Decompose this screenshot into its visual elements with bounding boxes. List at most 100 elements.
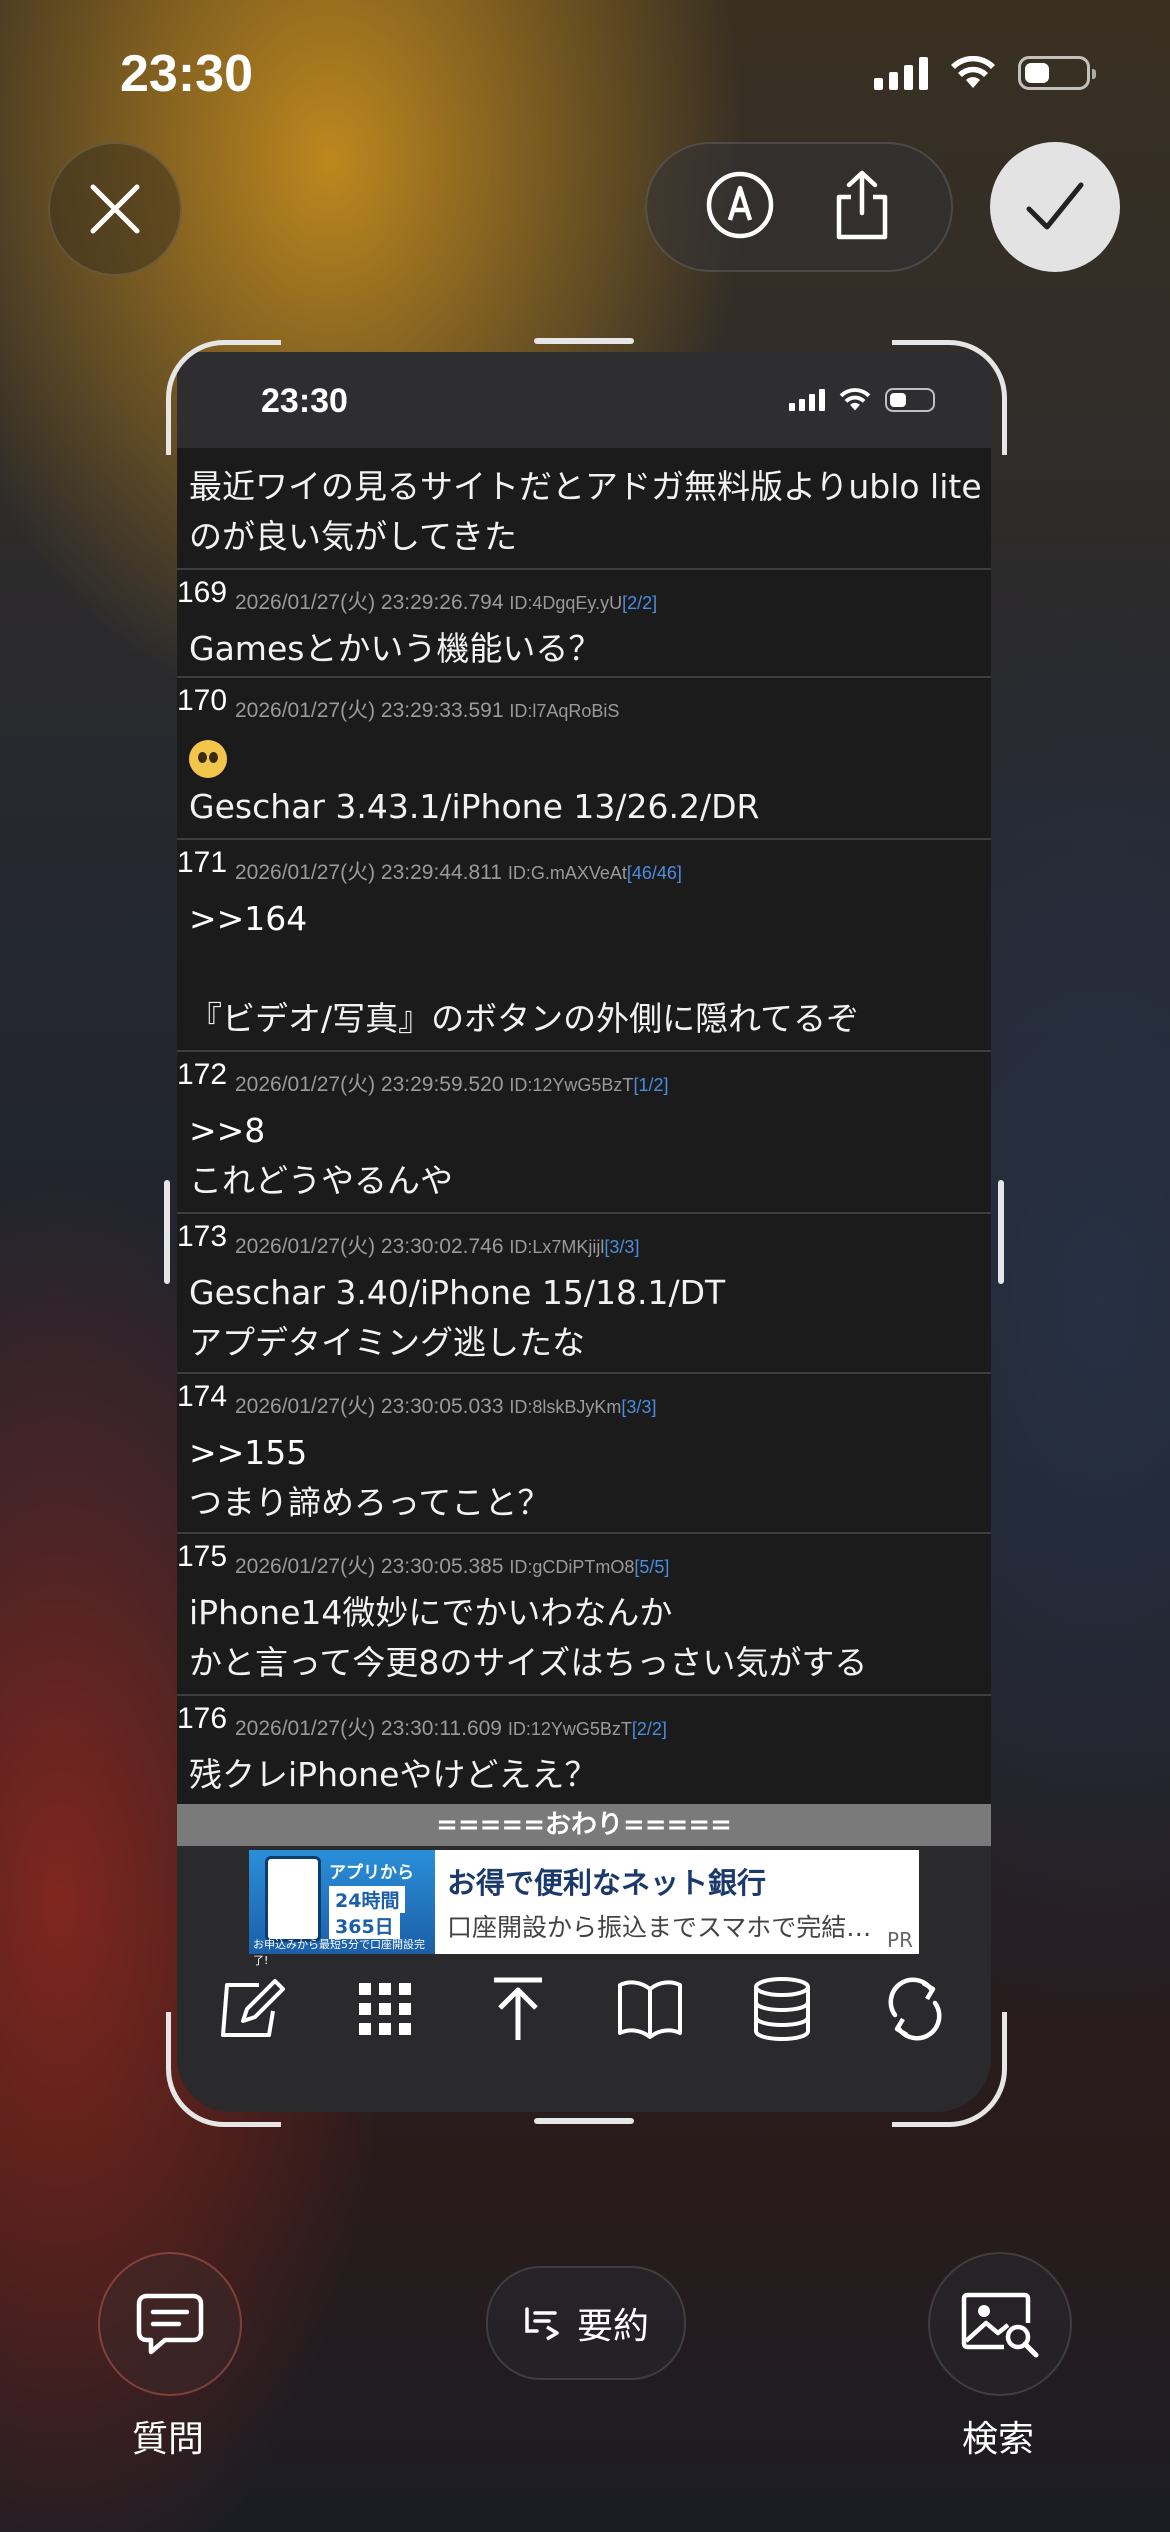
post-text-line: 最近ワイの見るサイトだとアドガ無料版よりublo lite (189, 467, 982, 506)
thread-post: 174 2026/01/27(火) 23:30:05.033 ID:8lskBJ… (177, 1374, 991, 1534)
thread-post: 172 2026/01/27(火) 23:29:59.520 ID:12YwG5… (177, 1052, 991, 1214)
post-number[interactable]: 172 (177, 1058, 227, 1092)
preview-wifi-icon (839, 388, 871, 411)
scroll-top-button[interactable] (478, 1969, 558, 2049)
post-text-line: Gamesとかいう機能いる？ (189, 629, 602, 668)
post-date: 2026/01/27(火) 23:30:02.746 (235, 1235, 504, 1258)
thread-post: 173 2026/01/27(火) 23:30:02.746 ID:Lx7MKj… (177, 1214, 991, 1374)
post-number[interactable]: 175 (177, 1540, 227, 1574)
image-search-icon (961, 2292, 1039, 2358)
post-number[interactable]: 171 (177, 846, 227, 880)
grid-icon (359, 1983, 412, 2035)
post-text-line (189, 944, 979, 994)
post-text-line: これどうやるんや (189, 1161, 453, 1200)
ad-image: アプリから 24時間 365日 お申込みから最短5分で口座開設完了! (249, 1850, 435, 1967)
battery-icon (1018, 56, 1096, 90)
thread-post: 最近ワイの見るサイトだとアドガ無料版よりublo lite のが良い気がしてきた (177, 448, 991, 570)
post-date: 2026/01/27(火) 23:30:05.385 (235, 1555, 504, 1578)
post-id[interactable]: ID:12YwG5BzT (509, 1075, 633, 1095)
summary-button[interactable]: 要約 (486, 2266, 686, 2380)
scroll-top-icon (493, 1977, 542, 2040)
markup-button[interactable] (705, 170, 775, 244)
app-footer: アプリから 24時間 365日 お申込みから最短5分で口座開設完了! お得で便利… (177, 1846, 991, 2112)
cellular-signal-icon (874, 56, 928, 90)
thread-end-marker: =====おわり===== (177, 1804, 991, 1846)
thread-post: 176 2026/01/27(火) 23:30:11.609 ID:12YwG5… (177, 1696, 991, 1804)
post-number[interactable]: 176 (177, 1702, 227, 1736)
crop-handle-top-left[interactable] (166, 340, 281, 455)
post-id-count[interactable]: [5/5] (634, 1557, 669, 1577)
post-date: 2026/01/27(火) 23:30:05.033 (235, 1395, 504, 1418)
ad-image-text: 365日 (329, 1912, 400, 1939)
post-date: 2026/01/27(火) 23:29:26.794 (235, 591, 504, 614)
search-label: 検索 (961, 2419, 1034, 2460)
done-button[interactable] (990, 142, 1120, 272)
crop-handle-bottom[interactable] (534, 2118, 634, 2124)
ad-subtitle: 口座開設から振込までスマホで完結… (447, 1913, 872, 1942)
crop-handle-top[interactable] (534, 338, 634, 344)
thread-post: 175 2026/01/27(火) 23:30:05.385 ID:gCDiPT… (177, 1534, 991, 1696)
post-text-line: Geschar 3.40/iPhone 15/18.1/DT (189, 1273, 726, 1312)
visual-search-button[interactable] (928, 2252, 1072, 2396)
post-date: 2026/01/27(火) 23:30:11.609 (235, 1717, 502, 1740)
crop-handle-left[interactable] (164, 1180, 170, 1284)
crop-handle-bottom-right[interactable] (892, 2012, 1007, 2127)
post-id[interactable]: ID:l7AqRoBiS (509, 701, 619, 721)
post-id-count[interactable]: [2/2] (622, 593, 657, 613)
ad-banner[interactable]: アプリから 24時間 365日 お申込みから最短5分で口座開設完了! お得で便利… (249, 1850, 919, 1967)
post-id[interactable]: ID:4DgqEy.yU (509, 593, 622, 613)
crop-handle-bottom-left[interactable] (166, 2012, 281, 2127)
database-icon (754, 1977, 811, 2041)
summary-label: 要約 (576, 2306, 649, 2347)
chat-bubble-icon (136, 2293, 204, 2355)
app-toolbar (177, 1964, 991, 2054)
book-icon (618, 1980, 683, 2039)
crop-handle-top-right[interactable] (892, 340, 1007, 455)
storage-button[interactable] (742, 1969, 822, 2049)
post-number[interactable]: 173 (177, 1220, 227, 1254)
post-id-count[interactable]: [3/3] (621, 1397, 656, 1417)
status-bar: 23:30 (0, 0, 1170, 150)
post-id-count[interactable]: [2/2] (632, 1719, 667, 1739)
post-id[interactable]: ID:12YwG5BzT (508, 1719, 632, 1739)
wifi-icon (951, 56, 995, 88)
ad-phone-illustration (265, 1856, 321, 1942)
ask-label: 質問 (131, 2419, 204, 2460)
post-text-line: アプデタイミング逃したな (189, 1323, 585, 1362)
bookmark-book-button[interactable] (610, 1969, 690, 2049)
post-text-line: 残クレiPhoneやけどええ？ (189, 1755, 598, 1794)
close-button[interactable] (48, 142, 182, 276)
share-button[interactable] (831, 169, 893, 245)
post-number[interactable]: 174 (177, 1380, 227, 1414)
checkmark-icon (1026, 182, 1084, 230)
post-id-count[interactable]: [46/46] (627, 863, 682, 883)
markup-pen-icon (706, 171, 774, 239)
screenshot-preview[interactable]: 23:30 最近ワイの見るサイトだとアドガ無料版よりublo lite のが良い… (177, 352, 991, 2112)
status-time: 23:30 (120, 45, 253, 103)
post-anchor-link[interactable]: >>8 (189, 1106, 979, 1156)
post-id-count[interactable]: [1/2] (633, 1075, 668, 1095)
ad-pr-label: PR (887, 1928, 913, 1952)
edit-tools-pill (645, 142, 953, 272)
post-text-line: Geschar 3.43.1/iPhone 13/26.2/DR (189, 787, 760, 826)
thread-post: 170 2026/01/27(火) 23:29:33.591 ID:l7AqRo… (177, 678, 991, 840)
post-id[interactable]: ID:gCDiPTmO8 (509, 1557, 634, 1577)
pleading-face-emoji-icon (189, 739, 227, 778)
post-id[interactable]: ID:8lskBJyKm (509, 1397, 621, 1417)
post-anchor-link[interactable]: >>164 (189, 894, 979, 944)
post-text-line: iPhone14微妙にでかいわなんか (189, 1593, 673, 1632)
post-id[interactable]: ID:G.mAXVeAt (508, 863, 627, 883)
post-id-count[interactable]: [3/3] (604, 1237, 639, 1257)
crop-handle-right[interactable] (998, 1180, 1004, 1284)
ad-title: お得で便利なネット銀行 (447, 1866, 767, 1900)
post-text-line: 『ビデオ/写真』のボタンの外側に隠れてるぞ (189, 999, 860, 1038)
post-anchor-link[interactable]: >>155 (189, 1428, 979, 1478)
post-number[interactable]: 170 (177, 684, 227, 718)
post-id[interactable]: ID:Lx7MKjijl (509, 1237, 604, 1257)
menu-grid-button[interactable] (345, 1969, 425, 2049)
post-text-line: かと言って今更8のサイズはちっさい気がする (189, 1643, 868, 1682)
close-icon (90, 184, 140, 234)
post-number[interactable]: 169 (177, 576, 227, 610)
ad-image-text: 24時間 (329, 1886, 406, 1913)
ask-button[interactable] (98, 2252, 242, 2396)
